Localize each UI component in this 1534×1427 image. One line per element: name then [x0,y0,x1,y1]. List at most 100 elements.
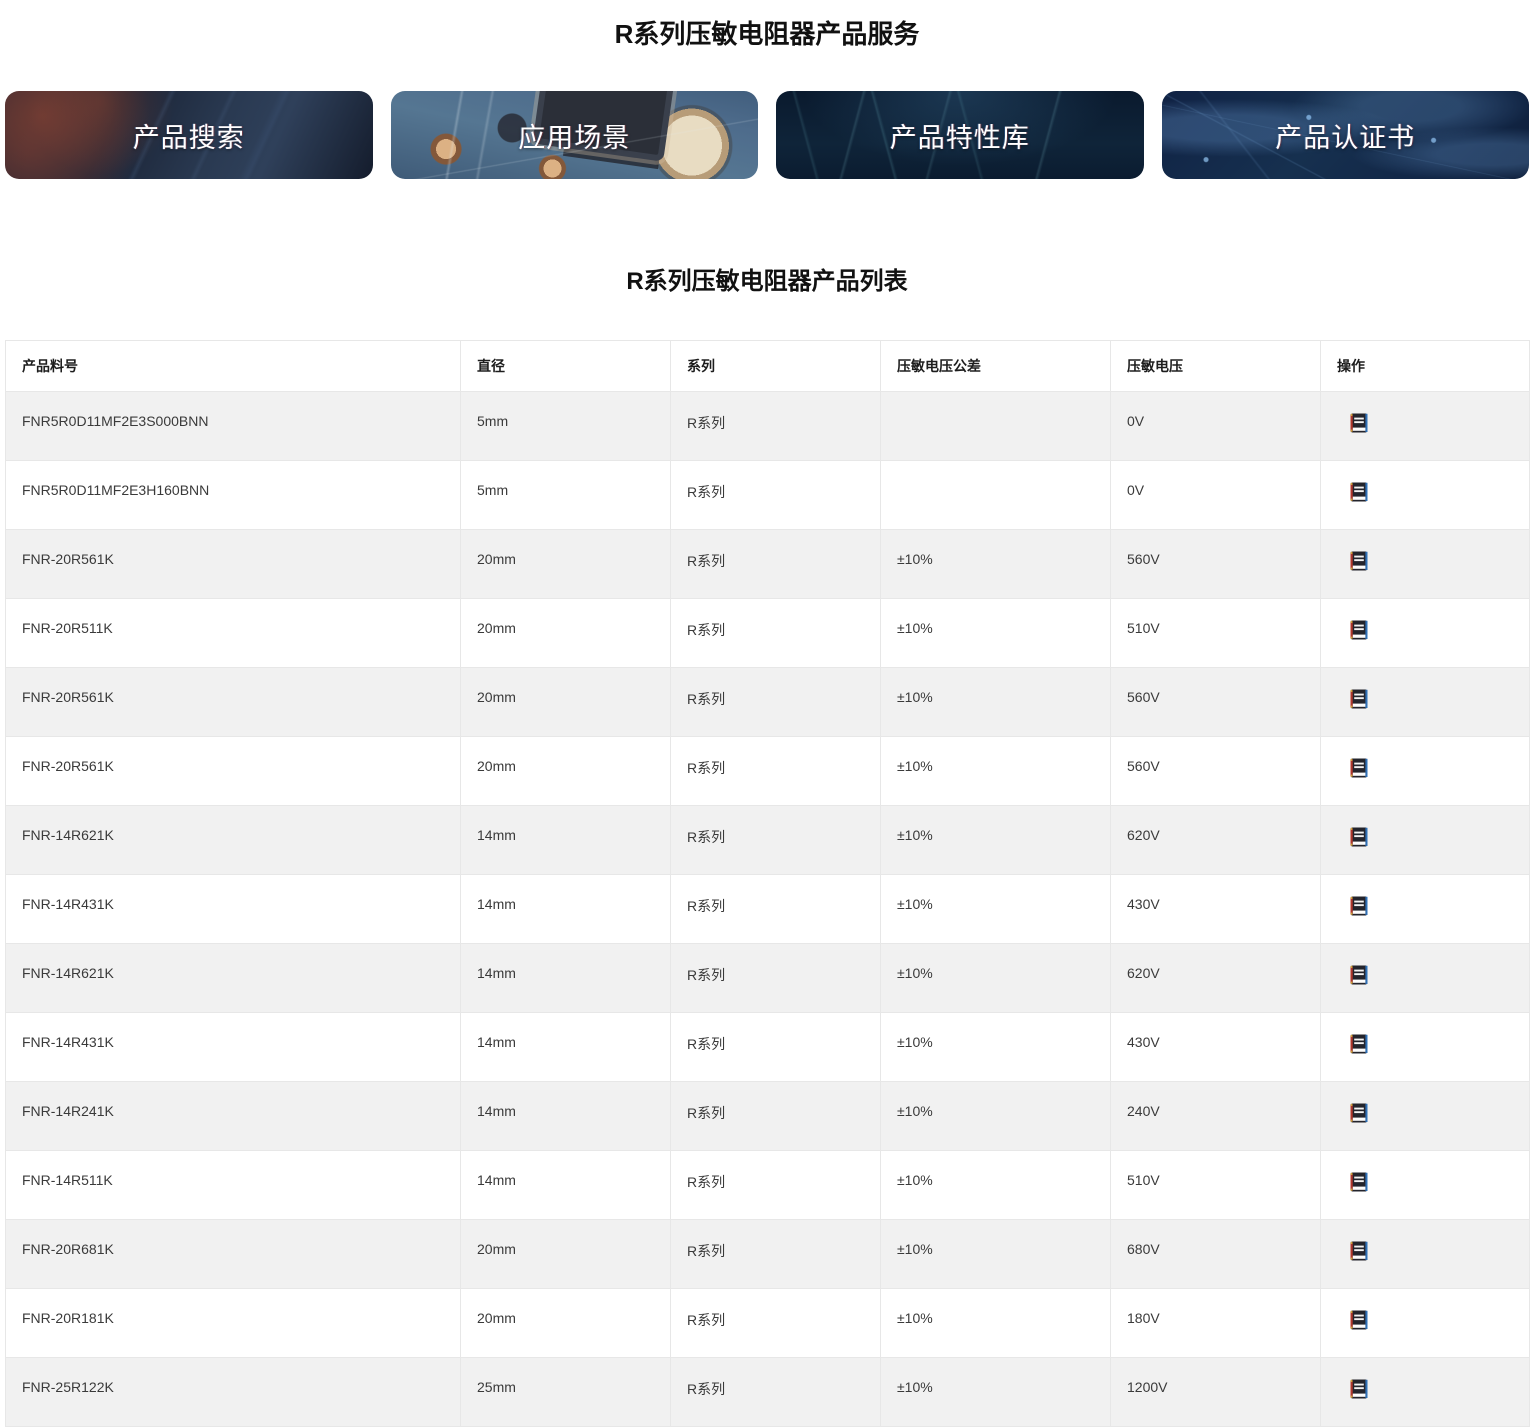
cell-series: R系列 [671,461,881,530]
banner-label: 应用场景 [518,116,630,155]
banner-product-certificates[interactable]: 产品认证书 [1162,91,1530,179]
cell-tolerance [881,461,1111,530]
cell-part-number: FNR-20R681K [6,1220,461,1289]
banner-product-characteristics[interactable]: 产品特性库 [776,91,1144,179]
cell-diameter: 14mm [461,1151,671,1220]
cell-tolerance: ±10% [881,944,1111,1013]
notebook-icon [1349,1034,1369,1054]
cell-tolerance: ±10% [881,599,1111,668]
table-row: FNR-20R511K 20mm R系列 ±10% 510V [6,599,1530,668]
banner-label: 产品搜索 [133,116,245,155]
cell-action [1321,1082,1530,1151]
view-detail-button[interactable] [1349,965,1369,985]
notebook-icon [1349,620,1369,640]
cell-voltage: 680V [1111,1220,1321,1289]
notebook-icon [1349,1103,1369,1123]
banner-row: 产品搜索 应用场景 产品特性库 产品认证书 [5,91,1529,179]
view-detail-button[interactable] [1349,1034,1369,1054]
notebook-icon [1349,482,1369,502]
cell-action [1321,806,1530,875]
notebook-icon [1349,1172,1369,1192]
cell-series: R系列 [671,875,881,944]
column-header-voltage: 压敏电压 [1111,341,1321,392]
cell-tolerance: ±10% [881,1151,1111,1220]
view-detail-button[interactable] [1349,896,1369,916]
banner-application-scenarios[interactable]: 应用场景 [391,91,759,179]
cell-action [1321,392,1530,461]
cell-part-number: FNR-25R122K [6,1358,461,1427]
notebook-icon [1349,896,1369,916]
cell-voltage: 560V [1111,668,1321,737]
cell-series: R系列 [671,1082,881,1151]
table-row: FNR5R0D11MF2E3S000BNN 5mm R系列 0V [6,392,1530,461]
table-row: FNR-14R431K 14mm R系列 ±10% 430V [6,875,1530,944]
view-detail-button[interactable] [1349,551,1369,571]
cell-voltage: 560V [1111,530,1321,599]
cell-action [1321,1220,1530,1289]
cell-voltage: 620V [1111,806,1321,875]
cell-action [1321,944,1530,1013]
cell-tolerance: ±10% [881,1013,1111,1082]
view-detail-button[interactable] [1349,1379,1369,1399]
cell-tolerance: ±10% [881,875,1111,944]
cell-diameter: 25mm [461,1358,671,1427]
cell-diameter: 14mm [461,1082,671,1151]
cell-series: R系列 [671,1013,881,1082]
cell-diameter: 20mm [461,530,671,599]
cell-part-number: FNR-14R241K [6,1082,461,1151]
table-row: FNR5R0D11MF2E3H160BNN 5mm R系列 0V [6,461,1530,530]
cell-voltage: 430V [1111,1013,1321,1082]
cell-tolerance: ±10% [881,737,1111,806]
notebook-icon [1349,689,1369,709]
cell-diameter: 5mm [461,461,671,530]
cell-voltage: 560V [1111,737,1321,806]
cell-voltage: 510V [1111,1151,1321,1220]
view-detail-button[interactable] [1349,482,1369,502]
view-detail-button[interactable] [1349,1241,1369,1261]
cell-series: R系列 [671,1358,881,1427]
cell-part-number: FNR-14R621K [6,944,461,1013]
view-detail-button[interactable] [1349,758,1369,778]
view-detail-button[interactable] [1349,1103,1369,1123]
cell-tolerance: ±10% [881,806,1111,875]
cell-diameter: 20mm [461,599,671,668]
cell-part-number: FNR-14R431K [6,1013,461,1082]
cell-action [1321,1289,1530,1358]
view-detail-button[interactable] [1349,413,1369,433]
cell-diameter: 20mm [461,1220,671,1289]
cell-action [1321,599,1530,668]
cell-action [1321,737,1530,806]
column-header-tolerance: 压敏电压公差 [881,341,1111,392]
cell-series: R系列 [671,392,881,461]
cell-voltage: 0V [1111,461,1321,530]
cell-diameter: 14mm [461,875,671,944]
notebook-icon [1349,1241,1369,1261]
view-detail-button[interactable] [1349,620,1369,640]
cell-action [1321,668,1530,737]
cell-series: R系列 [671,599,881,668]
product-table: 产品料号 直径 系列 压敏电压公差 压敏电压 操作 FNR5R0D11MF2E3… [5,340,1530,1427]
view-detail-button[interactable] [1349,827,1369,847]
notebook-icon [1349,965,1369,985]
cell-part-number: FNR-20R561K [6,737,461,806]
cell-action [1321,875,1530,944]
cell-series: R系列 [671,1151,881,1220]
cell-series: R系列 [671,668,881,737]
cell-tolerance: ±10% [881,1358,1111,1427]
view-detail-button[interactable] [1349,1172,1369,1192]
table-row: FNR-20R561K 20mm R系列 ±10% 560V [6,668,1530,737]
cell-series: R系列 [671,1289,881,1358]
notebook-icon [1349,1310,1369,1330]
cell-series: R系列 [671,530,881,599]
cell-part-number: FNR-20R561K [6,530,461,599]
cell-tolerance: ±10% [881,1289,1111,1358]
banner-product-search[interactable]: 产品搜索 [5,91,373,179]
table-title: R系列压敏电阻器产品列表 [0,261,1534,296]
view-detail-button[interactable] [1349,1310,1369,1330]
cell-diameter: 20mm [461,668,671,737]
view-detail-button[interactable] [1349,689,1369,709]
table-row: FNR-14R511K 14mm R系列 ±10% 510V [6,1151,1530,1220]
cell-diameter: 14mm [461,1013,671,1082]
notebook-icon [1349,551,1369,571]
cell-tolerance: ±10% [881,1082,1111,1151]
